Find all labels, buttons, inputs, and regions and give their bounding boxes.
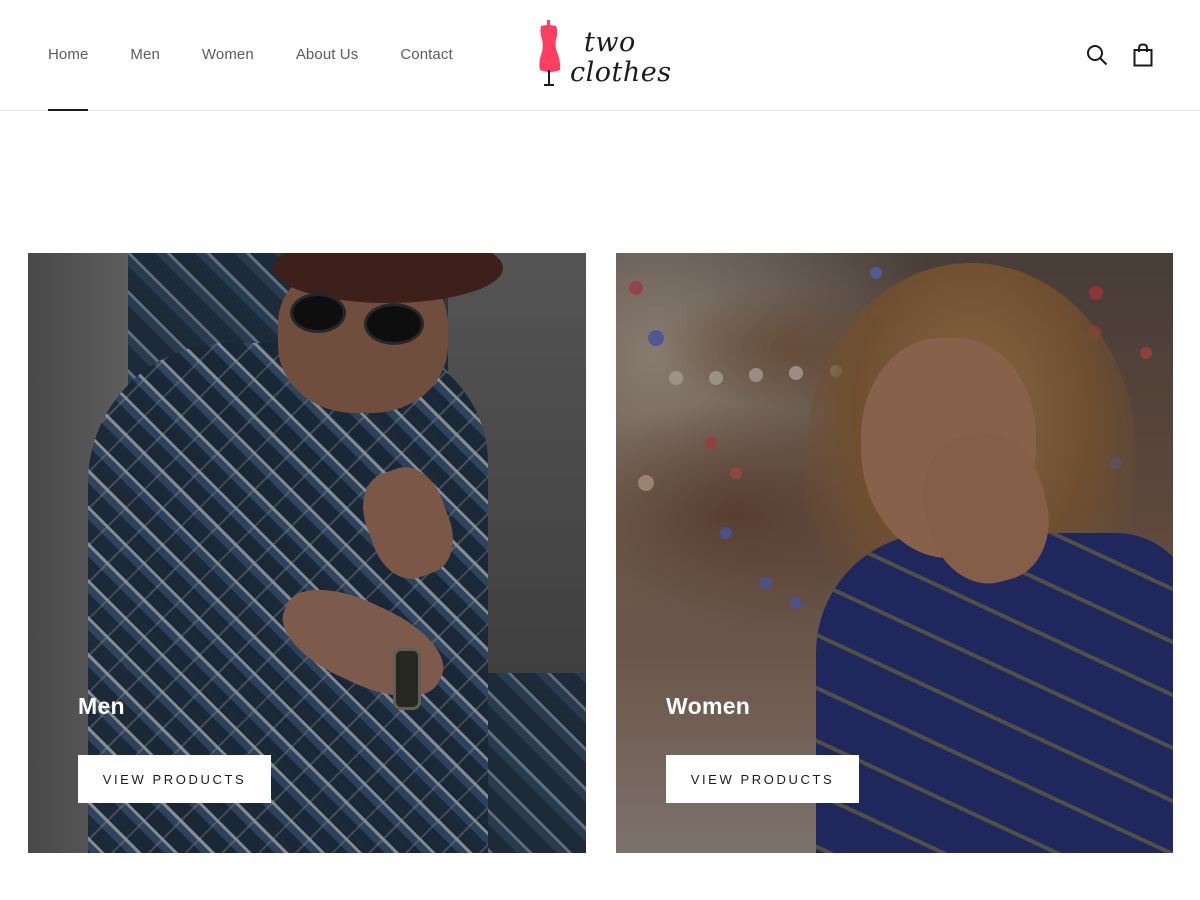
dress-form-icon — [539, 20, 561, 86]
site-header: Home Men Women About Us Contact two clot… — [0, 0, 1200, 111]
collection-card-women[interactable]: Women VIEW PRODUCTS — [616, 253, 1173, 853]
nav-item-home[interactable]: Home — [48, 0, 89, 111]
logo-line-1: two — [584, 27, 636, 58]
nav-item-women[interactable]: Women — [202, 0, 254, 110]
view-products-button[interactable]: VIEW PRODUCTS — [666, 755, 859, 803]
collection-title: Men — [78, 693, 125, 719]
main-nav: Home Men Women About Us Contact — [48, 0, 495, 111]
view-products-button[interactable]: VIEW PRODUCTS — [78, 755, 271, 803]
nav-item-men[interactable]: Men — [130, 0, 159, 110]
cart-icon[interactable] — [1130, 40, 1156, 70]
nav-item-contact[interactable]: Contact — [400, 0, 452, 110]
site-logo[interactable]: two clothes — [536, 18, 676, 92]
collection-title: Women — [666, 693, 751, 719]
logo-wordmark: two clothes — [570, 28, 672, 88]
nav-item-about-us[interactable]: About Us — [296, 0, 359, 110]
search-icon[interactable] — [1084, 40, 1110, 70]
logo-line-2: clothes — [570, 57, 672, 88]
header-actions — [1084, 40, 1156, 70]
collection-card-men[interactable]: Men VIEW PRODUCTS — [28, 253, 586, 853]
